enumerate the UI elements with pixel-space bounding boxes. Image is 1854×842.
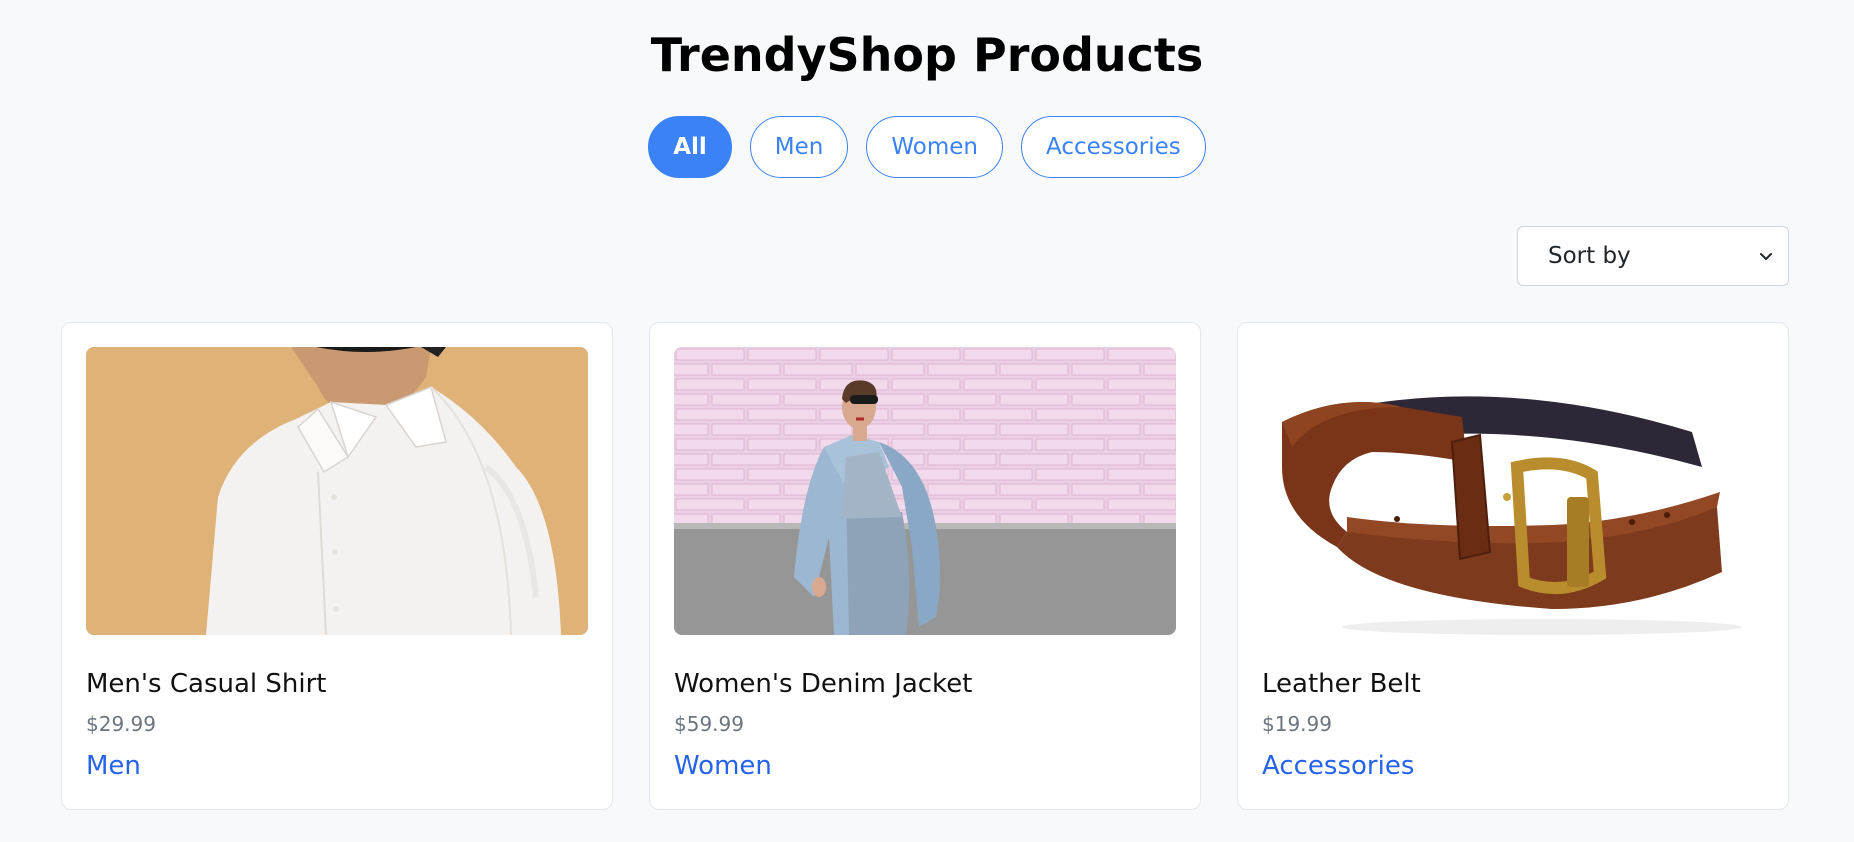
- products-page: TrendyShop Products All Men Women Access…: [0, 0, 1854, 842]
- product-card: Women's Denim Jacket $59.99 Women: [649, 322, 1201, 810]
- product-name: Men's Casual Shirt: [86, 669, 327, 699]
- filter-men-button[interactable]: Men: [749, 116, 849, 178]
- product-name: Leather Belt: [1262, 669, 1421, 699]
- product-price: $19.99: [1262, 712, 1332, 736]
- chevron-down-icon: [1760, 253, 1772, 260]
- product-image-leather-belt: [1262, 347, 1764, 635]
- filter-women-button[interactable]: Women: [866, 116, 1003, 178]
- filter-accessories-button[interactable]: Accessories: [1020, 116, 1206, 178]
- category-filters: All Men Women Accessories: [0, 116, 1854, 178]
- product-price: $29.99: [86, 712, 156, 736]
- sort-select[interactable]: Sort by: [1517, 226, 1789, 286]
- product-image-denim-jacket: [674, 347, 1176, 635]
- product-name: Women's Denim Jacket: [674, 669, 973, 699]
- product-category-link[interactable]: Men: [86, 749, 141, 783]
- product-category-link[interactable]: Women: [674, 749, 772, 783]
- page-title: TrendyShop Products: [650, 28, 1204, 82]
- filter-all-button[interactable]: All: [648, 116, 732, 178]
- sort-select-value: Sort by: [1548, 243, 1631, 269]
- product-image-shirt: [86, 347, 588, 635]
- product-grid: Men's Casual Shirt $29.99 Men Women's De…: [61, 322, 1789, 810]
- product-card: Leather Belt $19.99 Accessories: [1237, 322, 1789, 810]
- product-card: Men's Casual Shirt $29.99 Men: [61, 322, 613, 810]
- product-price: $59.99: [674, 712, 744, 736]
- product-category-link[interactable]: Accessories: [1262, 749, 1414, 783]
